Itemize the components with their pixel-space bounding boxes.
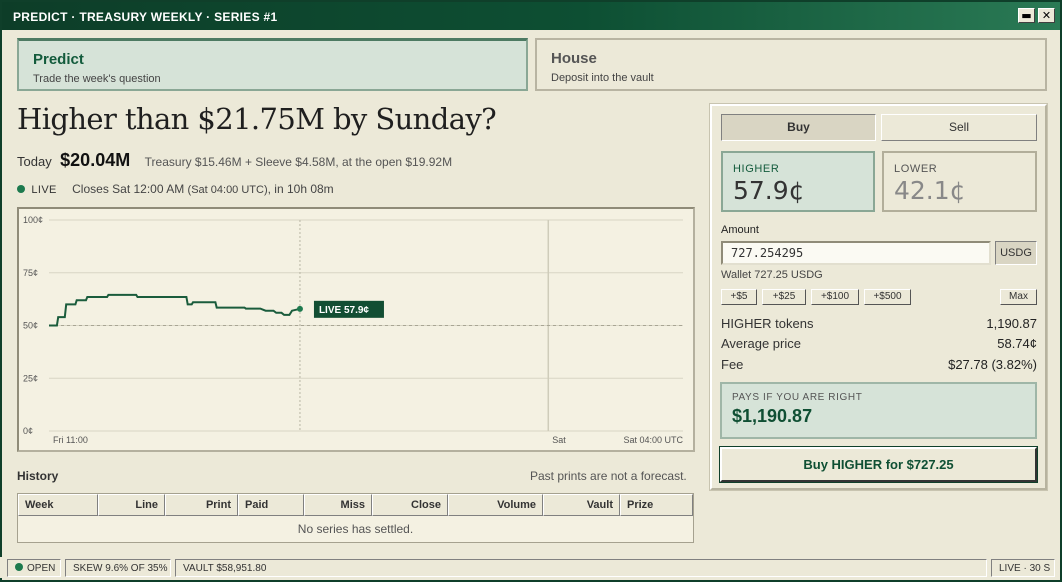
live-point: [296, 305, 303, 312]
minimize-button[interactable]: ▬: [1018, 8, 1035, 23]
x-tick-label: Sat: [552, 435, 566, 445]
tab-house[interactable]: House Deposit into the vault: [535, 38, 1047, 91]
history-title: History: [17, 469, 59, 483]
wallet-balance: Wallet 727.25 USDG: [721, 269, 823, 281]
col-close[interactable]: Close: [372, 494, 448, 516]
market-question: Higher than $21.75M by Sunday?: [17, 102, 497, 136]
col-paid[interactable]: Paid: [238, 494, 304, 516]
col-line[interactable]: Line: [98, 494, 165, 516]
history-empty-message: No series has settled.: [297, 522, 414, 536]
live-dot-icon: [17, 184, 25, 193]
live-row: LIVE Closes Sat 12:00 AM (Sat 04:00 UTC)…: [17, 182, 334, 196]
amount-input[interactable]: 727.254295: [721, 241, 991, 265]
tab-house-title: House: [551, 50, 597, 67]
tab-house-subtitle: Deposit into the vault: [551, 72, 654, 84]
closes-remaining: , in 10h 08m: [267, 182, 334, 196]
col-volume[interactable]: Volume: [448, 494, 543, 516]
window-title: PREDICT · TREASURY WEEKLY · SERIES #1: [13, 10, 278, 24]
today-label: Today: [17, 154, 52, 169]
payout-value: $1,190.87: [732, 406, 813, 426]
closes-text: Closes Sat 12:00 AM (Sat 04:00 UTC), in …: [72, 182, 334, 196]
stat-tokens-label: HIGHER tokens: [721, 316, 814, 331]
stat-fee-value: $27.78 (3.82%): [948, 357, 1037, 372]
tab-predict[interactable]: Predict Trade the week's question: [17, 38, 528, 91]
col-prize[interactable]: Prize: [620, 494, 693, 516]
stat-fee-label: Fee: [721, 357, 744, 372]
stat-average-price: Average price 58.74¢: [721, 336, 1037, 351]
payout-label: PAYS IF YOU ARE RIGHT: [732, 392, 863, 403]
tab-predict-subtitle: Trade the week's question: [33, 73, 161, 85]
stat-average-price-label: Average price: [721, 336, 801, 351]
col-week[interactable]: Week: [18, 494, 98, 516]
outcome-lower-price: 42.1¢: [894, 176, 966, 205]
status-bar: OPEN SKEW 9.6% OF 35% VAULT $58,951.80 L…: [0, 557, 1058, 578]
y-tick-label: 0¢: [23, 426, 33, 436]
sell-toggle[interactable]: Sell: [881, 114, 1037, 141]
stat-average-price-value: 58.74¢: [997, 336, 1037, 351]
stat-tokens: HIGHER tokens 1,190.87: [721, 316, 1037, 331]
max-button[interactable]: Max: [1000, 289, 1037, 305]
y-tick-label: 25¢: [23, 373, 38, 383]
price-series-line: [49, 293, 301, 327]
quick-add-25-button[interactable]: +$25: [762, 289, 806, 305]
y-tick-label: 100¢: [23, 215, 43, 225]
live-badge-label: LIVE 57.9¢: [319, 305, 369, 316]
title-bar[interactable]: PREDICT · TREASURY WEEKLY · SERIES #1 ▬ …: [2, 2, 1060, 30]
outcome-higher[interactable]: HIGHER 57.9¢: [721, 151, 875, 212]
y-tick-label: 75¢: [23, 268, 38, 278]
live-label: LIVE: [31, 184, 57, 196]
history-note: Past prints are not a forecast.: [530, 469, 687, 483]
x-tick-label: Sat 04:00 UTC: [623, 435, 683, 445]
today-breakdown: Treasury $15.46M + Sleeve $4.58M, at the…: [144, 155, 453, 169]
closes-time: Closes Sat 12:00 AM: [72, 182, 185, 196]
today-value: $20.04M: [60, 150, 131, 170]
outcome-higher-price: 57.9¢: [733, 176, 805, 205]
outcome-lower-name: LOWER: [894, 163, 938, 175]
stat-fee: Fee $27.78 (3.82%): [721, 357, 1037, 372]
buy-submit-button[interactable]: Buy HIGHER for $727.25: [719, 446, 1038, 483]
price-chart: 100¢ 75¢ 50¢ 25¢ 0¢ LIVE 57.9¢ Fri 11:00 Sat Sat…: [17, 207, 695, 452]
quick-add-500-button[interactable]: +$500: [864, 289, 911, 305]
status-skew: SKEW 9.6% OF 35%: [65, 559, 171, 577]
price-chart-svg: 100¢ 75¢ 50¢ 25¢ 0¢ LIVE 57.9¢ Fri 11:00 Sat Sat…: [23, 215, 683, 445]
close-button[interactable]: ✕: [1038, 8, 1055, 23]
stat-tokens-value: 1,190.87: [986, 316, 1037, 331]
status-open: OPEN: [7, 559, 61, 577]
status-open-text: OPEN: [27, 563, 56, 574]
outcome-lower[interactable]: LOWER 42.1¢: [882, 151, 1037, 212]
col-print[interactable]: Print: [165, 494, 238, 516]
col-vault[interactable]: Vault: [543, 494, 620, 516]
x-tick-label: Fri 11:00: [53, 435, 88, 445]
quick-add-100-button[interactable]: +$100: [811, 289, 859, 305]
closes-utc: (Sat 04:00 UTC): [187, 184, 268, 196]
payout-box: PAYS IF YOU ARE RIGHT $1,190.87: [720, 382, 1037, 439]
status-live: LIVE · 30 S: [991, 559, 1055, 577]
quick-add-5-button[interactable]: +$5: [721, 289, 757, 305]
amount-label: Amount: [721, 224, 759, 236]
today-row: Today $20.04M Treasury $15.46M + Sleeve …: [17, 150, 452, 171]
y-tick-label: 50¢: [23, 321, 38, 331]
outcome-higher-name: HIGHER: [733, 163, 780, 175]
currency-button[interactable]: USDG: [995, 241, 1037, 265]
col-miss[interactable]: Miss: [304, 494, 372, 516]
tab-predict-title: Predict: [33, 51, 84, 68]
status-vault: VAULT $58,951.80: [175, 559, 987, 577]
history-table: Week Line Print Paid Miss Close Volume V…: [17, 493, 694, 543]
buy-toggle[interactable]: Buy: [721, 114, 876, 141]
open-dot-icon: [15, 563, 23, 572]
